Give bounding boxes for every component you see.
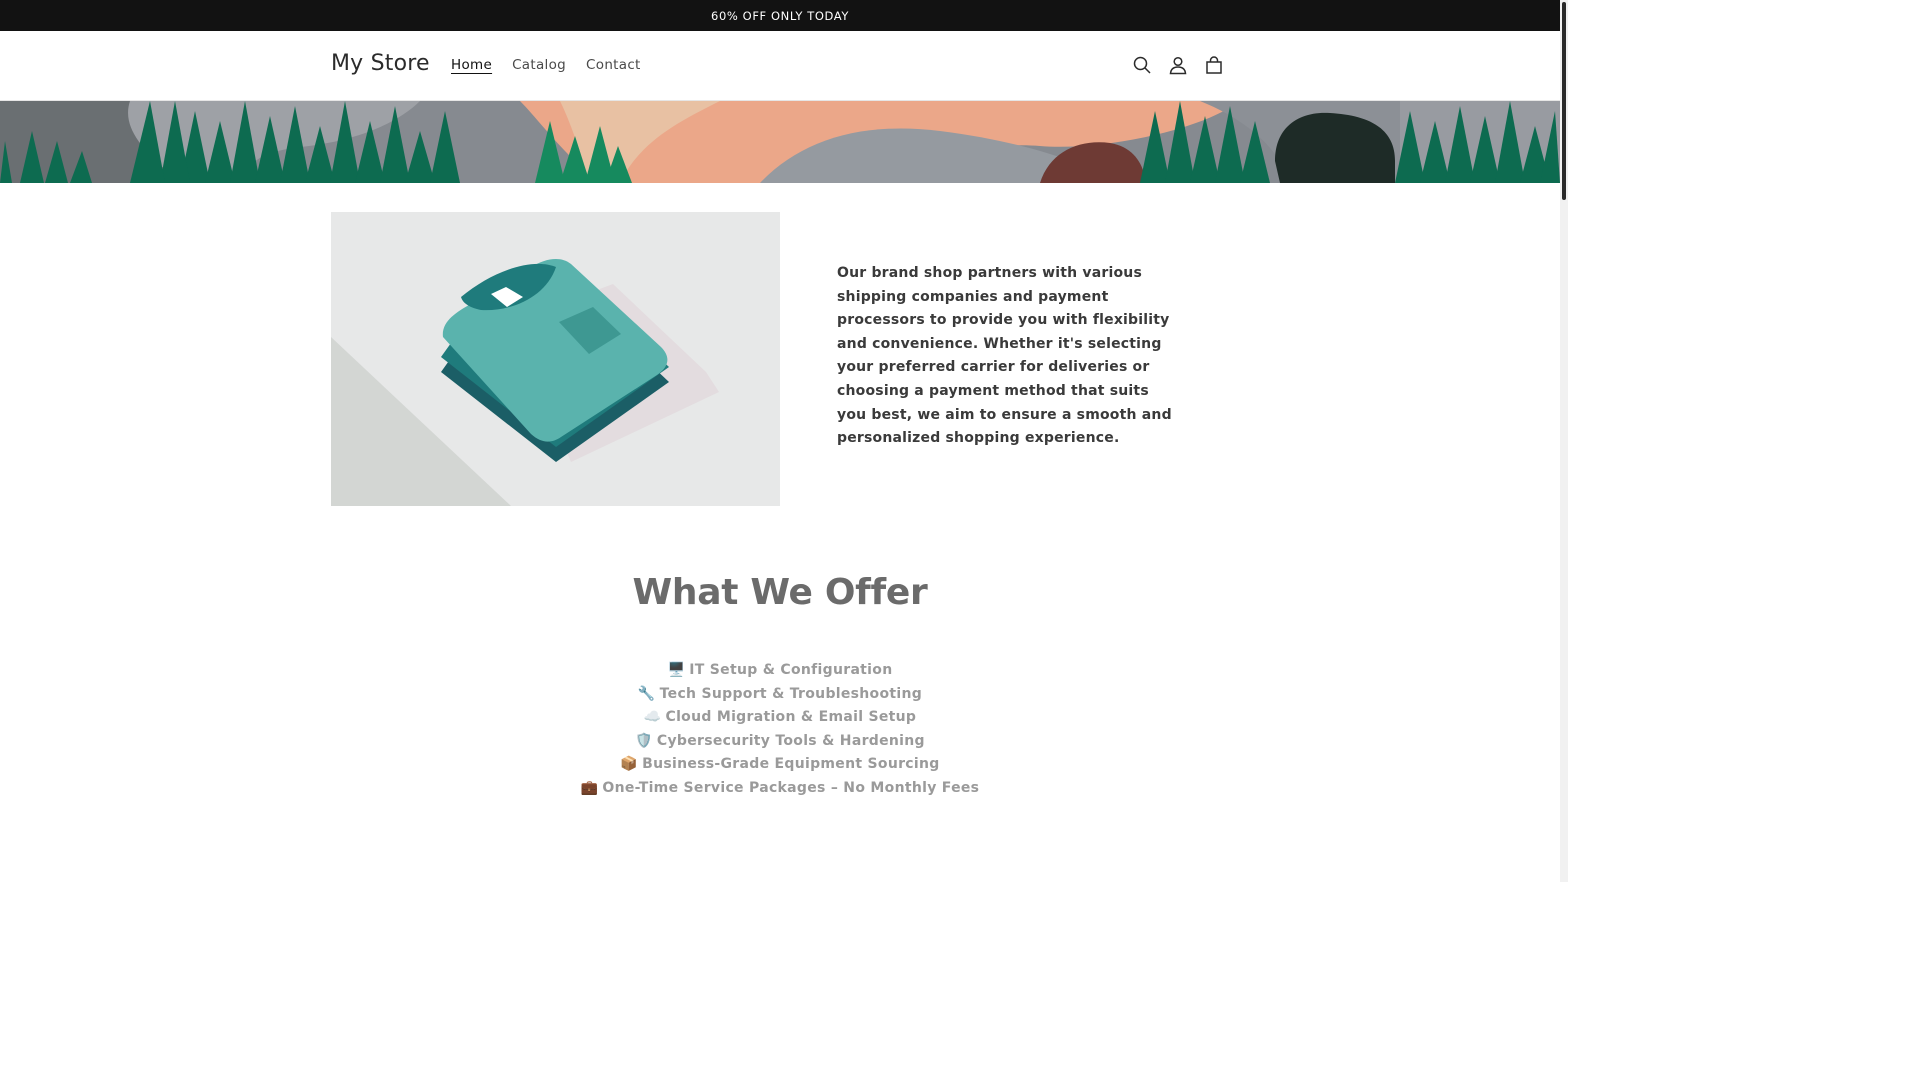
cart-button[interactable] — [1196, 47, 1232, 83]
computer-icon: 🖥️ — [667, 662, 686, 678]
site-header: My Store Home Catalog Contact — [0, 31, 1560, 101]
search-icon — [1133, 56, 1151, 74]
package-icon: 📦 — [620, 756, 639, 773]
account-icon — [1169, 56, 1187, 75]
shield-icon: 🛡️ — [635, 732, 653, 749]
offer-item: ☁️ Cloud Migration & Email Setup — [0, 706, 1560, 730]
cloud-icon: ☁️ — [643, 709, 662, 726]
wrench-icon: 🔧 — [637, 685, 656, 702]
nav-contact[interactable]: Contact — [576, 57, 651, 73]
offer-item: 📦 Business-Grade Equipment Sourcing — [0, 753, 1560, 777]
account-button[interactable] — [1160, 47, 1196, 83]
cart-icon — [1206, 56, 1222, 74]
announcement-text: 60% OFF ONLY TODAY — [711, 8, 849, 23]
offer-item: 💼 One-Time Service Packages – No Monthly … — [0, 777, 1560, 801]
offer-item: 🔧 Tech Support & Troubleshooting — [0, 683, 1560, 707]
tshirt-stack-illustration — [331, 212, 780, 506]
product-image — [331, 212, 780, 506]
landscape-illustration — [0, 101, 1560, 183]
brand-description: Our brand shop partners with various shi… — [837, 265, 1172, 447]
offer-item: 🖥️ IT Setup & Configuration — [0, 659, 1560, 683]
nav-home[interactable]: Home — [441, 57, 502, 73]
store-logo[interactable]: My Store — [331, 51, 430, 76]
header-icons — [1124, 47, 1232, 83]
announcement-bar: 60% OFF ONLY TODAY — [0, 0, 1560, 31]
scrollbar-thumb[interactable] — [1562, 2, 1566, 200]
main-nav: Home Catalog Contact — [441, 57, 651, 73]
briefcase-icon: 💼 — [580, 779, 599, 796]
offer-heading: What We Offer — [632, 572, 928, 613]
search-button[interactable] — [1124, 47, 1160, 83]
offer-list: 🖥️ IT Setup & Configuration 🔧 Tech Support… — [0, 659, 1560, 801]
nav-catalog[interactable]: Catalog — [502, 57, 576, 73]
hero-banner — [0, 101, 1560, 183]
offer-item: 🛡️ Cybersecurity Tools & Hardening — [0, 730, 1560, 754]
page-scrollbar[interactable] — [1560, 0, 1568, 882]
